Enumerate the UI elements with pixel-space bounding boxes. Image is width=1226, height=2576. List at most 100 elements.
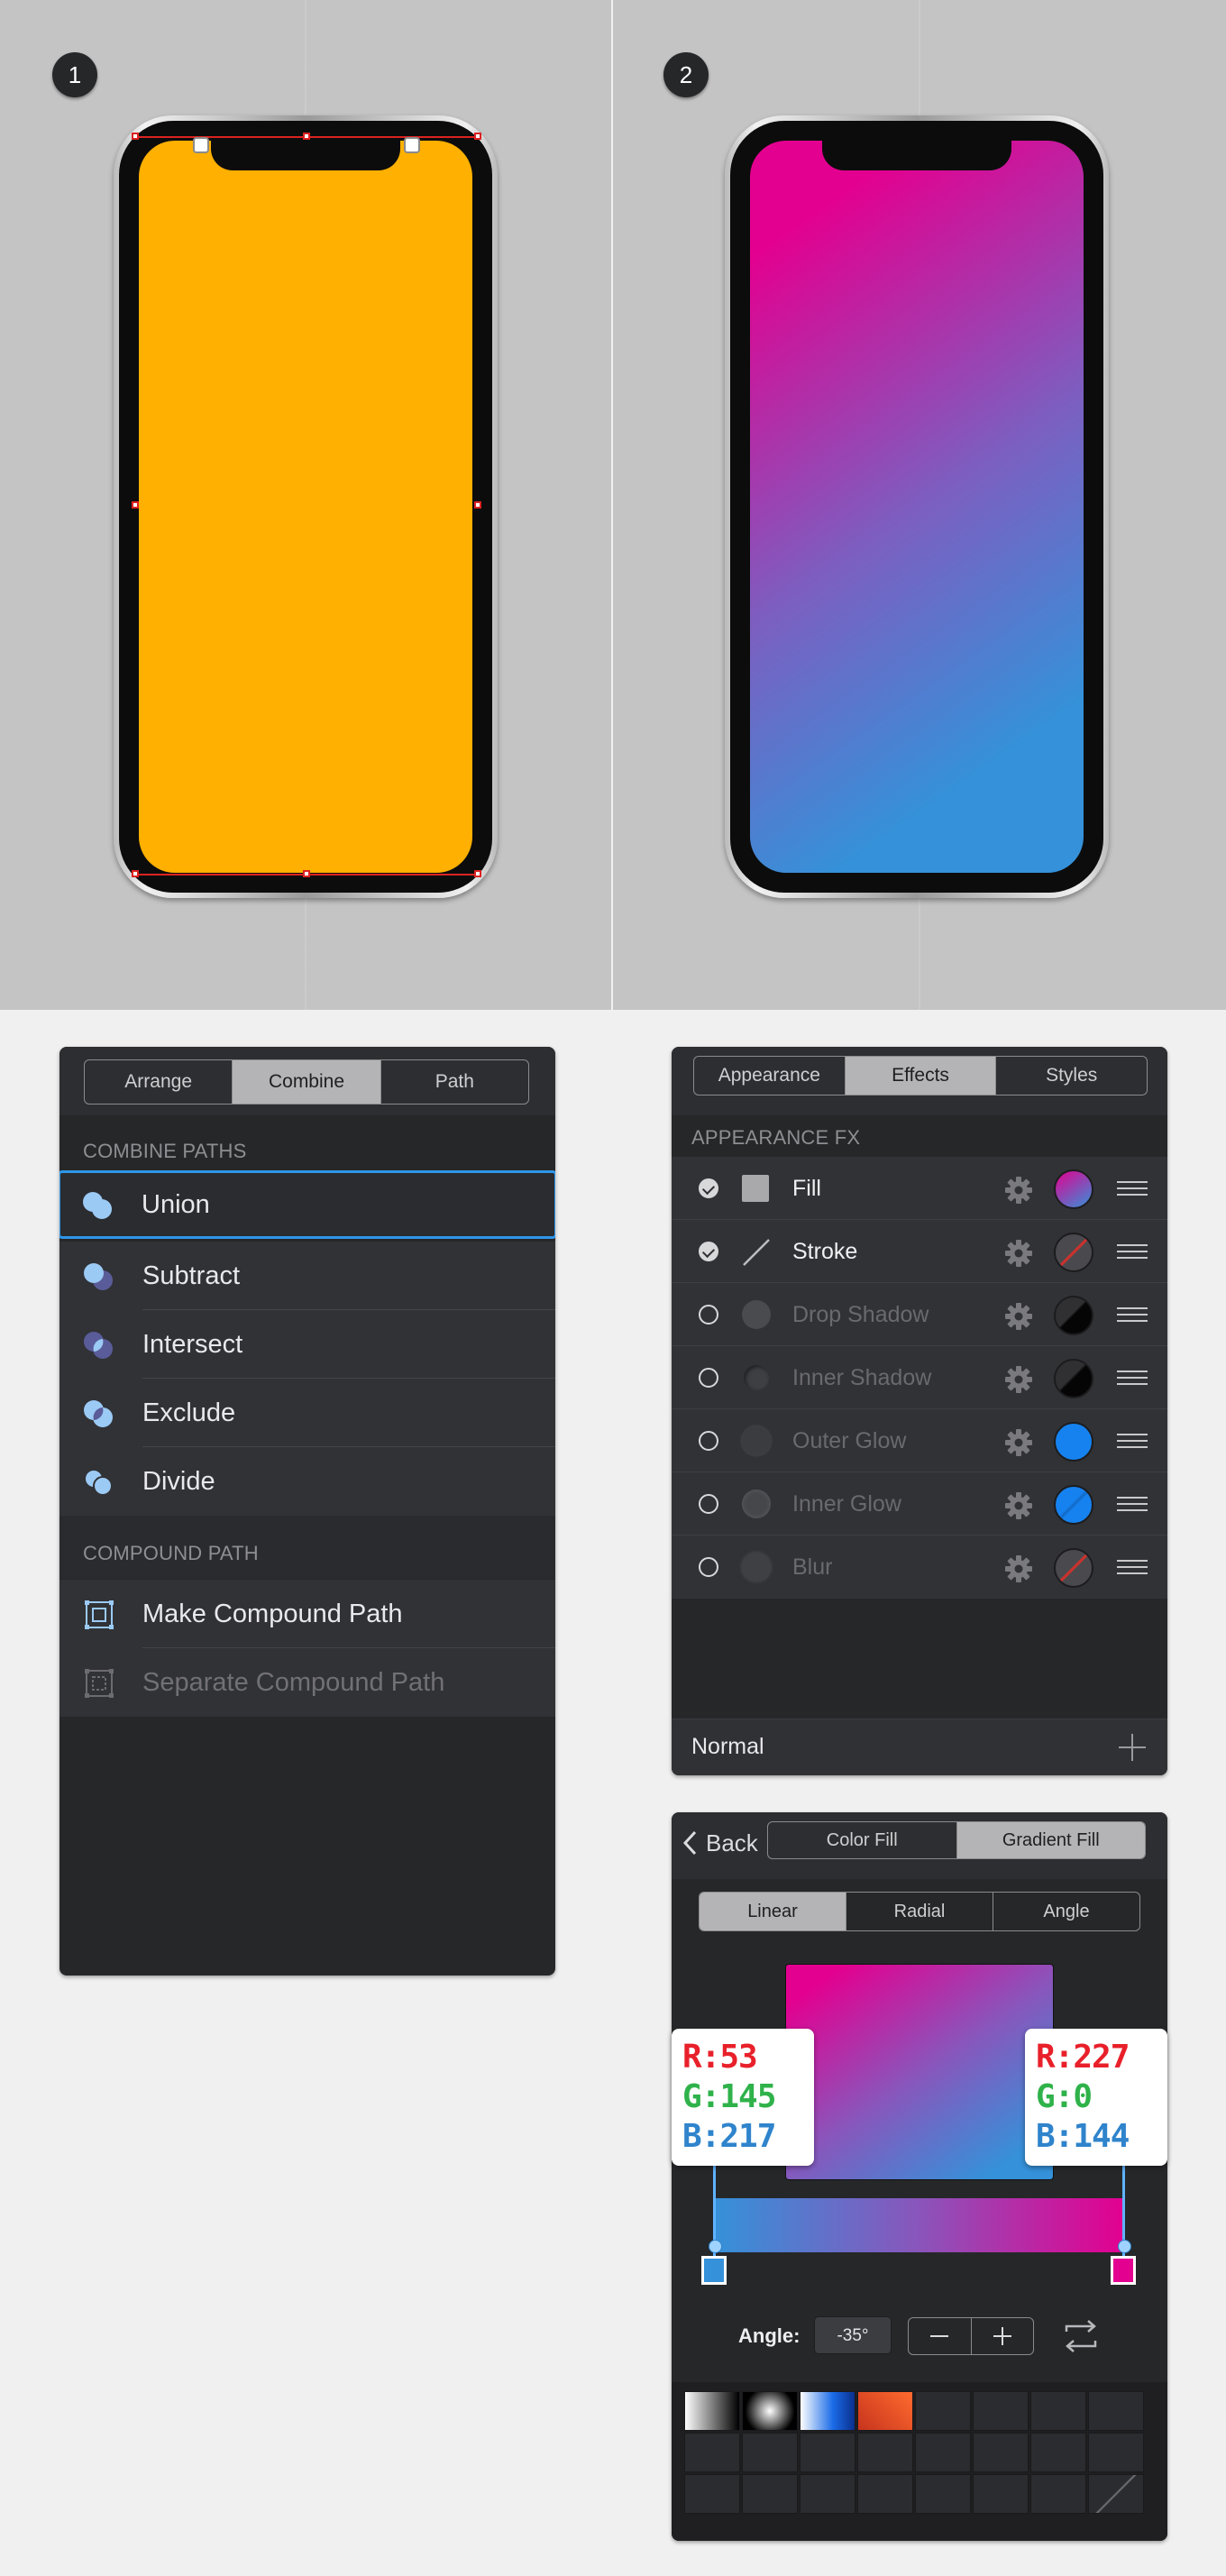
effect-row-inner-glow[interactable]: Inner Glow [672, 1472, 1167, 1536]
stroke-checkbox[interactable] [699, 1242, 718, 1261]
gear-icon[interactable] [1003, 1364, 1034, 1395]
fill-color-swatch[interactable] [1054, 1169, 1093, 1209]
preset-empty-cell[interactable] [800, 2433, 855, 2472]
tab-radial[interactable]: Radial [846, 1893, 993, 1930]
preset-empty-cell[interactable] [1030, 2391, 1086, 2431]
tab-styles[interactable]: Styles [995, 1057, 1147, 1095]
effect-row-blur[interactable]: Blur [672, 1536, 1167, 1599]
gradient-bar[interactable] [715, 2198, 1124, 2252]
reorder-handle[interactable] [1117, 1560, 1148, 1574]
reorder-handle[interactable] [1117, 1307, 1148, 1322]
subtract-button[interactable]: Subtract [59, 1242, 555, 1310]
divide-button[interactable]: Divide [59, 1447, 555, 1516]
exclude-button[interactable]: Exclude [59, 1379, 555, 1447]
reorder-handle[interactable] [1117, 1434, 1148, 1448]
shadow-color-swatch[interactable] [1054, 1359, 1093, 1398]
gear-icon[interactable] [1003, 1554, 1034, 1584]
effect-row-outer-glow[interactable]: Outer Glow [672, 1409, 1167, 1472]
preset-swatch[interactable] [857, 2391, 913, 2431]
back-button[interactable]: Back [681, 1823, 758, 1863]
blend-mode-label[interactable]: Normal [691, 1719, 764, 1775]
preset-empty-cell[interactable] [973, 2391, 1029, 2431]
gear-icon[interactable] [1003, 1238, 1034, 1269]
tab-linear[interactable]: Linear [700, 1893, 846, 1930]
selection-handle[interactable] [132, 870, 139, 877]
reorder-handle[interactable] [1117, 1181, 1148, 1196]
selection-handle[interactable] [303, 133, 310, 140]
preset-swatch[interactable] [800, 2391, 855, 2431]
gear-icon[interactable] [1003, 1175, 1034, 1205]
preset-empty-cell[interactable] [684, 2474, 740, 2514]
tab-gradient-fill[interactable]: Gradient Fill [956, 1822, 1145, 1858]
effect-row-drop-shadow[interactable]: Drop Shadow [672, 1283, 1167, 1346]
preset-empty-cell[interactable] [742, 2474, 798, 2514]
preset-empty-cell[interactable] [973, 2433, 1029, 2472]
tab-arrange[interactable]: Arrange [85, 1060, 232, 1104]
plus-icon[interactable] [970, 2318, 1034, 2354]
glow-color-swatch[interactable] [1054, 1422, 1093, 1462]
selection-handle[interactable] [132, 133, 139, 140]
gear-icon[interactable] [1003, 1427, 1034, 1458]
glow-color-swatch[interactable] [1054, 1485, 1093, 1525]
phone-screen-gradient[interactable] [750, 140, 1084, 873]
phone-screen-orange[interactable] [139, 140, 472, 873]
preset-empty-cell[interactable] [684, 2433, 740, 2472]
union-button[interactable]: Union [59, 1170, 555, 1239]
selection-handle[interactable] [303, 870, 310, 877]
shadow-color-swatch[interactable] [1054, 1296, 1093, 1335]
preset-swatch[interactable] [742, 2391, 798, 2431]
effect-row-fill[interactable]: Fill [672, 1157, 1167, 1220]
angle-stepper [908, 2317, 1034, 2355]
selection-handle[interactable] [132, 501, 139, 509]
add-icon[interactable] [1117, 1732, 1148, 1763]
tab-effects[interactable]: Effects [844, 1057, 996, 1095]
preset-empty-cell[interactable] [1030, 2433, 1086, 2472]
preset-empty-cell[interactable] [857, 2474, 913, 2514]
effect-row-stroke[interactable]: Stroke [672, 1220, 1167, 1283]
preset-empty-cell[interactable] [915, 2433, 971, 2472]
gear-icon[interactable] [1003, 1490, 1034, 1521]
tab-angle[interactable]: Angle [993, 1893, 1139, 1930]
fill-checkbox[interactable] [699, 1178, 718, 1198]
no-color-swatch[interactable] [1054, 1233, 1093, 1272]
inner-shadow-checkbox[interactable] [699, 1368, 718, 1388]
gradient-stop-left[interactable] [701, 2256, 727, 2285]
corner-widget[interactable] [404, 137, 420, 153]
gradient-stop-right[interactable] [1111, 2256, 1136, 2285]
intersect-button[interactable]: Intersect [59, 1310, 555, 1379]
preset-empty-cell[interactable] [1088, 2433, 1144, 2472]
preset-empty-cell[interactable] [915, 2391, 971, 2431]
gear-icon[interactable] [1003, 1301, 1034, 1332]
preset-empty-cell[interactable] [915, 2474, 971, 2514]
preset-empty-cell[interactable] [1030, 2474, 1086, 2514]
reorder-handle[interactable] [1117, 1244, 1148, 1259]
effect-row-inner-shadow[interactable]: Inner Shadow [672, 1346, 1167, 1409]
drop-shadow-checkbox[interactable] [699, 1305, 718, 1325]
tab-appearance[interactable]: Appearance [694, 1057, 845, 1095]
preset-empty-cell[interactable] [1088, 2391, 1144, 2431]
tab-combine[interactable]: Combine [232, 1060, 380, 1104]
blur-checkbox[interactable] [699, 1557, 718, 1577]
minus-icon[interactable] [909, 2318, 971, 2354]
separate-compound-path-button[interactable]: Separate Compound Path [59, 1648, 555, 1717]
preset-empty-cell[interactable] [973, 2474, 1029, 2514]
angle-input[interactable]: -35° [814, 2316, 892, 2354]
no-color-swatch[interactable] [1054, 1548, 1093, 1588]
preset-empty-cell[interactable] [742, 2433, 798, 2472]
outer-glow-checkbox[interactable] [699, 1431, 718, 1451]
corner-widget[interactable] [193, 137, 209, 153]
reorder-handle[interactable] [1117, 1497, 1148, 1511]
tab-path[interactable]: Path [380, 1060, 528, 1104]
make-compound-path-button[interactable]: Make Compound Path [59, 1580, 555, 1648]
reorder-handle[interactable] [1117, 1371, 1148, 1385]
selection-handle[interactable] [474, 133, 481, 140]
preset-swatch[interactable] [684, 2391, 740, 2431]
preset-empty-cell[interactable] [800, 2474, 855, 2514]
resize-grip[interactable] [1088, 2474, 1144, 2514]
selection-handle[interactable] [474, 501, 481, 509]
tab-color-fill[interactable]: Color Fill [768, 1822, 956, 1858]
inner-glow-checkbox[interactable] [699, 1494, 718, 1514]
reverse-gradient-icon[interactable] [1061, 2319, 1101, 2353]
selection-handle[interactable] [474, 870, 481, 877]
preset-empty-cell[interactable] [857, 2433, 913, 2472]
